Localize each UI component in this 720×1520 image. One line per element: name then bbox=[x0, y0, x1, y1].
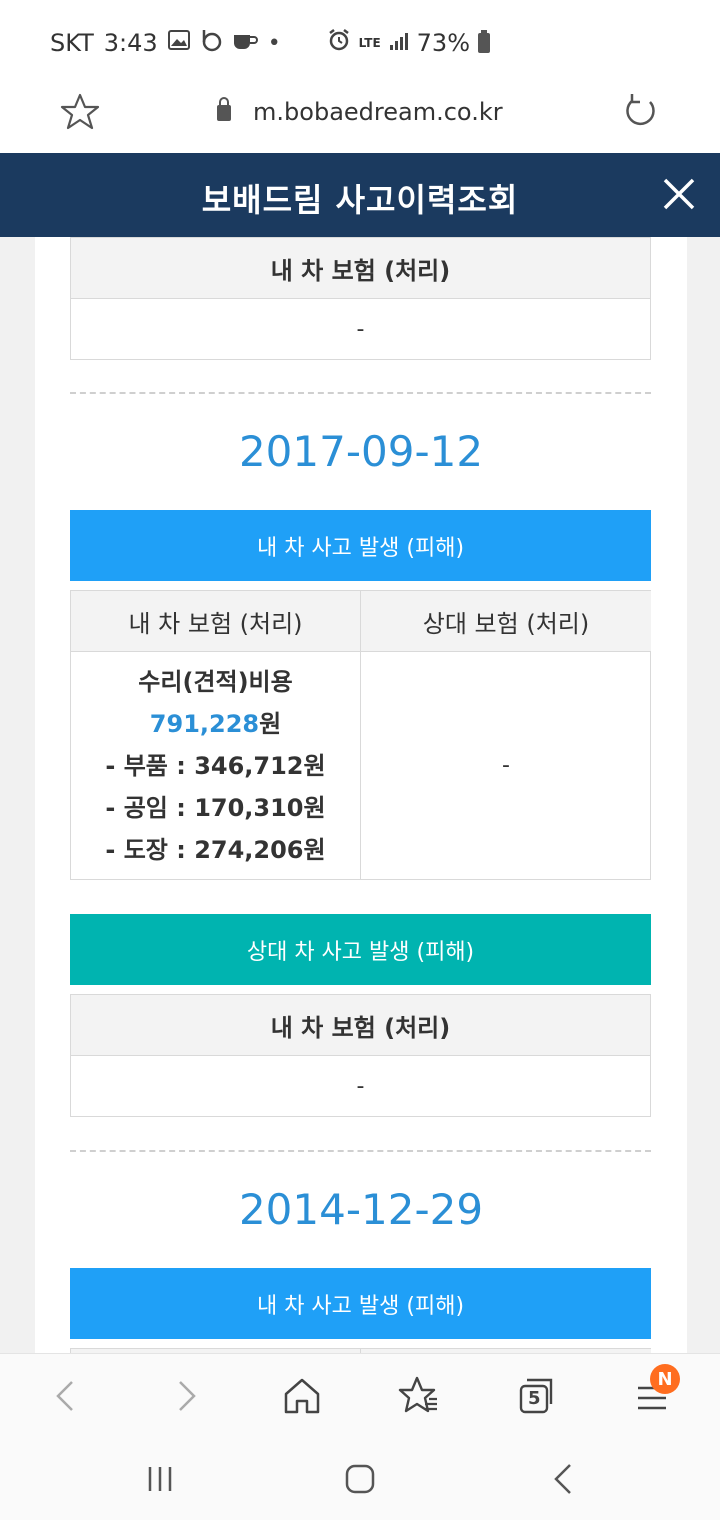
url-label: m.bobaedream.co.kr bbox=[253, 98, 503, 126]
system-nav-bar bbox=[0, 1437, 720, 1520]
my-accident-banner: 내 차 사고 발생 (피해) bbox=[70, 510, 651, 581]
recent-apps-icon[interactable] bbox=[140, 1459, 180, 1499]
table-header: 내 차 보험 (처리) bbox=[71, 995, 650, 1056]
url-bar: m.bobaedream.co.kr bbox=[0, 80, 720, 153]
divider bbox=[70, 1150, 651, 1152]
more-notifications-dot-icon: • bbox=[267, 30, 281, 56]
bobaedream-app-icon bbox=[200, 28, 222, 58]
repair-cost-total: 791,228원 bbox=[150, 703, 281, 745]
battery-level: 73% bbox=[416, 29, 470, 57]
my-insurance-table: 내 차 보험 (처리) - bbox=[70, 994, 651, 1117]
tabs-button[interactable]: 5 bbox=[513, 1374, 557, 1418]
browser-toolbar: 5 N bbox=[0, 1353, 720, 1437]
status-left: SKT 3:43 • bbox=[50, 28, 281, 58]
home-icon[interactable] bbox=[280, 1374, 324, 1418]
bookmarks-icon[interactable] bbox=[397, 1374, 441, 1418]
accident-date: 2014-12-29 bbox=[238, 1185, 484, 1234]
my-insurance-table-top: 내 차 보험 (처리) - bbox=[70, 237, 651, 360]
other-accident-banner: 상대 차 사고 발생 (피해) bbox=[70, 914, 651, 985]
repair-cost-cell: 수리(견적)비용 791,228원 - 부품 : 346,712원 - 공임 :… bbox=[71, 652, 361, 879]
home-button-icon[interactable] bbox=[340, 1459, 380, 1499]
my-accident-banner: 내 차 사고 발생 (피해) bbox=[70, 1268, 651, 1339]
other-insurance-header: 상대 보험 (처리) bbox=[361, 591, 651, 652]
repair-cost-label: 수리(견적)비용 bbox=[138, 667, 293, 696]
carrier: SKT bbox=[50, 29, 94, 57]
my-insurance-header: 내 차 보험 (처리) bbox=[71, 591, 361, 652]
menu-button[interactable]: N bbox=[632, 1364, 680, 1418]
table-value: - bbox=[356, 1073, 365, 1099]
gallery-icon bbox=[167, 30, 190, 56]
back-icon[interactable] bbox=[44, 1374, 88, 1418]
paint-cost: - 도장 : 274,206원 bbox=[105, 835, 326, 864]
system-back-icon[interactable] bbox=[544, 1459, 584, 1499]
signal-icon bbox=[389, 29, 409, 57]
reload-icon[interactable] bbox=[620, 92, 660, 132]
lock-icon bbox=[217, 97, 232, 121]
accident-history-content[interactable]: 내 차 보험 (처리) - 2017-09-12 내 차 사고 발생 (피해) … bbox=[35, 237, 687, 1353]
table-header: 내 차 보험 (처리) bbox=[71, 238, 650, 299]
alarm-icon bbox=[327, 28, 351, 58]
clock: 3:43 bbox=[103, 29, 158, 57]
status-right: LTE 73% bbox=[327, 28, 490, 58]
address-field[interactable]: m.bobaedream.co.kr bbox=[0, 97, 720, 126]
table-value: - bbox=[356, 316, 365, 342]
coffee-icon bbox=[232, 29, 258, 57]
tabs-count: 5 bbox=[528, 1388, 541, 1409]
page-title: 보배드림 사고이력조회 bbox=[201, 181, 519, 219]
currency-unit: 원 bbox=[259, 709, 282, 738]
parts-cost: - 부품 : 346,712원 bbox=[105, 751, 326, 780]
repair-amount: 791,228 bbox=[149, 709, 260, 738]
battery-icon bbox=[478, 30, 490, 53]
labor-cost: - 공임 : 170,310원 bbox=[105, 793, 326, 822]
other-insurance-value: - bbox=[502, 752, 510, 778]
insurance-detail-table: 내 차 보험 (처리) 상대 보험 (처리) 수리(견적)비용 791,228원… bbox=[70, 590, 651, 880]
accident-date: 2017-09-12 bbox=[238, 427, 484, 476]
site-header: 보배드림 사고이력조회 bbox=[0, 153, 720, 237]
divider bbox=[70, 392, 651, 394]
new-badge: N bbox=[650, 1364, 680, 1394]
forward-icon[interactable] bbox=[164, 1374, 208, 1418]
network-type: LTE bbox=[358, 36, 381, 50]
close-icon[interactable] bbox=[662, 177, 696, 211]
status-bar: SKT 3:43 • LTE 73% bbox=[0, 0, 720, 80]
